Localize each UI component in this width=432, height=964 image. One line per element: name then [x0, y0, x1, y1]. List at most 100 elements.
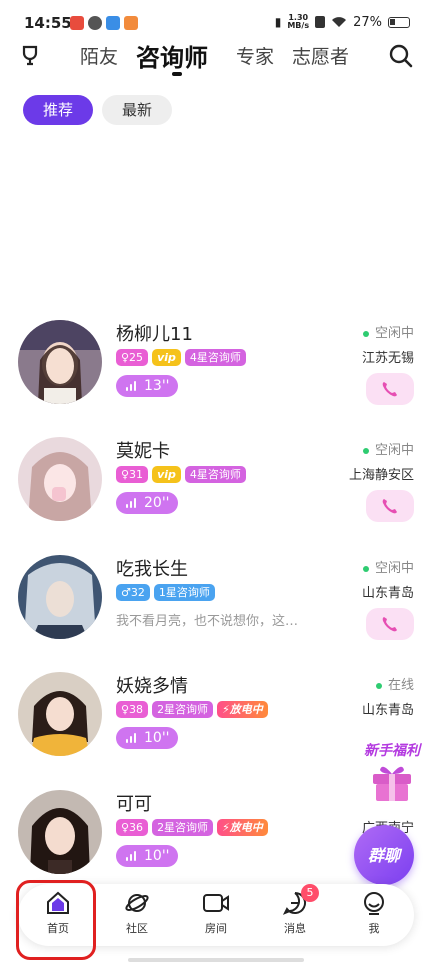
avatar[interactable] [18, 437, 102, 521]
planet-icon [125, 894, 149, 912]
nav-me[interactable]: 我 [344, 890, 404, 942]
tab-experts[interactable]: 专家 [236, 42, 274, 69]
call-button[interactable] [366, 373, 414, 405]
status-indicator: 在线 [375, 674, 414, 693]
counselor-card[interactable]: 莫妮卡 ♀31 vip 4星咨询师 20'' 空闲中 上海静安区 [0, 437, 432, 555]
audio-bars-icon [126, 851, 138, 861]
status-right: ▮ 1.30 MB/s 27% [275, 14, 410, 30]
selection-highlight-box [16, 880, 96, 960]
online-dot [362, 565, 369, 572]
top-nav: 陌友 咨询师 专家 志愿者 [0, 38, 432, 84]
avatar[interactable] [18, 790, 102, 874]
counselor-card[interactable]: 吃我长生 ♂32 1星咨询师 我不看月亮，也不说想你，这… 空闲中 山东青岛 [0, 555, 432, 673]
app-icon [106, 16, 120, 30]
avatar[interactable] [18, 555, 102, 639]
counselor-name: 杨柳儿11 [116, 324, 193, 345]
call-button[interactable] [366, 490, 414, 522]
unread-badge: 5 [301, 884, 319, 902]
network-speed-unit: MB/s [287, 21, 310, 30]
battery-percent: 27% [353, 14, 382, 30]
video-camera-icon [203, 894, 229, 912]
app-icon [124, 16, 138, 30]
avatar[interactable] [18, 320, 102, 404]
voice-intro-button[interactable]: 20'' [116, 492, 178, 514]
nav-rooms-label: 房间 [205, 922, 227, 935]
status-text: 空闲中 [374, 326, 414, 341]
live-charging-badge: ⚡放电中 [217, 701, 268, 718]
vip-badge: vip [152, 466, 181, 483]
audio-bars-icon [126, 733, 138, 743]
status-text: 空闲中 [374, 443, 414, 458]
newbie-gift-button[interactable]: 新手福利 [356, 740, 428, 812]
counselor-name: 妖娆多情 [116, 676, 188, 697]
newbie-gift-label: 新手福利 [364, 743, 420, 759]
home-indicator [128, 958, 304, 962]
profile-face-icon [364, 892, 384, 915]
vibrate-icon: ▮ [274, 15, 282, 29]
status-indicator: 空闲中 [362, 557, 414, 576]
level-badge: 1星咨询师 [153, 584, 215, 601]
avatar[interactable] [18, 672, 102, 756]
trophy-icon[interactable] [18, 44, 42, 68]
gender-age-badge: ♂32 [116, 584, 150, 601]
status-text: 空闲中 [374, 561, 414, 576]
voice-intro-button[interactable]: 10'' [116, 845, 178, 867]
level-badge: 4星咨询师 [184, 466, 246, 483]
app-icon [88, 16, 102, 30]
wifi-icon [332, 17, 347, 27]
live-charging-text: 放电中 [229, 703, 263, 716]
group-chat-button[interactable]: 群聊 [354, 825, 414, 885]
counselor-card[interactable]: 杨柳儿11 ♀25 vip 4星咨询师 13'' 空闲中 江苏无锡 [0, 320, 432, 438]
gender-age-badge: ♀25 [116, 349, 149, 366]
tab-counselors[interactable]: 咨询师 [136, 38, 208, 73]
location: 山东青岛 [361, 703, 414, 718]
vip-badge: vip [152, 349, 181, 366]
nav-rooms[interactable]: 房间 [186, 890, 246, 942]
voice-duration: 20'' [144, 495, 170, 511]
voice-intro-button[interactable]: 13'' [116, 375, 178, 397]
filter-recommend[interactable]: 推荐 [23, 95, 93, 125]
signature-text: 我不看月亮，也不说想你，这… [116, 614, 299, 629]
location: 上海静安区 [348, 468, 414, 483]
status-indicator: 空闲中 [362, 439, 414, 458]
status-indicator: 空闲中 [362, 322, 414, 341]
status-time: 14:55 [24, 14, 72, 32]
gender-age-badge: ♀38 [116, 701, 149, 718]
voice-duration: 10'' [144, 730, 170, 746]
sim-icon [315, 16, 326, 28]
location: 江苏无锡 [361, 351, 414, 366]
phone-icon [382, 617, 397, 632]
nav-community-label: 社区 [126, 922, 148, 935]
online-dot [362, 447, 369, 454]
search-icon[interactable] [388, 43, 414, 69]
phone-icon [382, 499, 397, 514]
nav-messages[interactable]: 5 消息 [265, 884, 325, 942]
battery-icon [388, 16, 410, 28]
audio-bars-icon [126, 381, 138, 391]
tab-volunteers[interactable]: 志愿者 [292, 42, 349, 69]
phone-icon [382, 382, 397, 397]
tab-strangers[interactable]: 陌友 [80, 42, 118, 69]
tag-row: ♀25 vip 4星咨询师 [116, 349, 246, 366]
call-button[interactable] [366, 608, 414, 640]
online-dot [375, 682, 382, 689]
voice-intro-button[interactable]: 10'' [116, 727, 178, 749]
filter-latest[interactable]: 最新 [102, 95, 172, 125]
nav-me-label: 我 [368, 922, 380, 935]
gift-icon [373, 766, 411, 801]
weibo-icon [70, 16, 84, 30]
nav-messages-label: 消息 [284, 922, 306, 935]
level-badge: 4星咨询师 [184, 349, 246, 366]
counselor-name: 吃我长生 [116, 559, 188, 580]
nav-community[interactable]: 社区 [107, 890, 167, 942]
level-badge: 2星咨询师 [152, 819, 214, 836]
tag-row: ♀38 2星咨询师 ⚡放电中 [116, 701, 268, 718]
level-badge: 2星咨询师 [152, 701, 214, 718]
active-tab-indicator [172, 72, 182, 76]
voice-duration: 10'' [144, 848, 170, 864]
tag-row: ♀31 vip 4星咨询师 [116, 466, 246, 483]
counselor-name: 可可 [116, 794, 152, 815]
live-charging-text: 放电中 [229, 821, 263, 834]
voice-duration: 13'' [144, 378, 170, 394]
tag-row: ♀36 2星咨询师 ⚡放电中 [116, 819, 268, 836]
